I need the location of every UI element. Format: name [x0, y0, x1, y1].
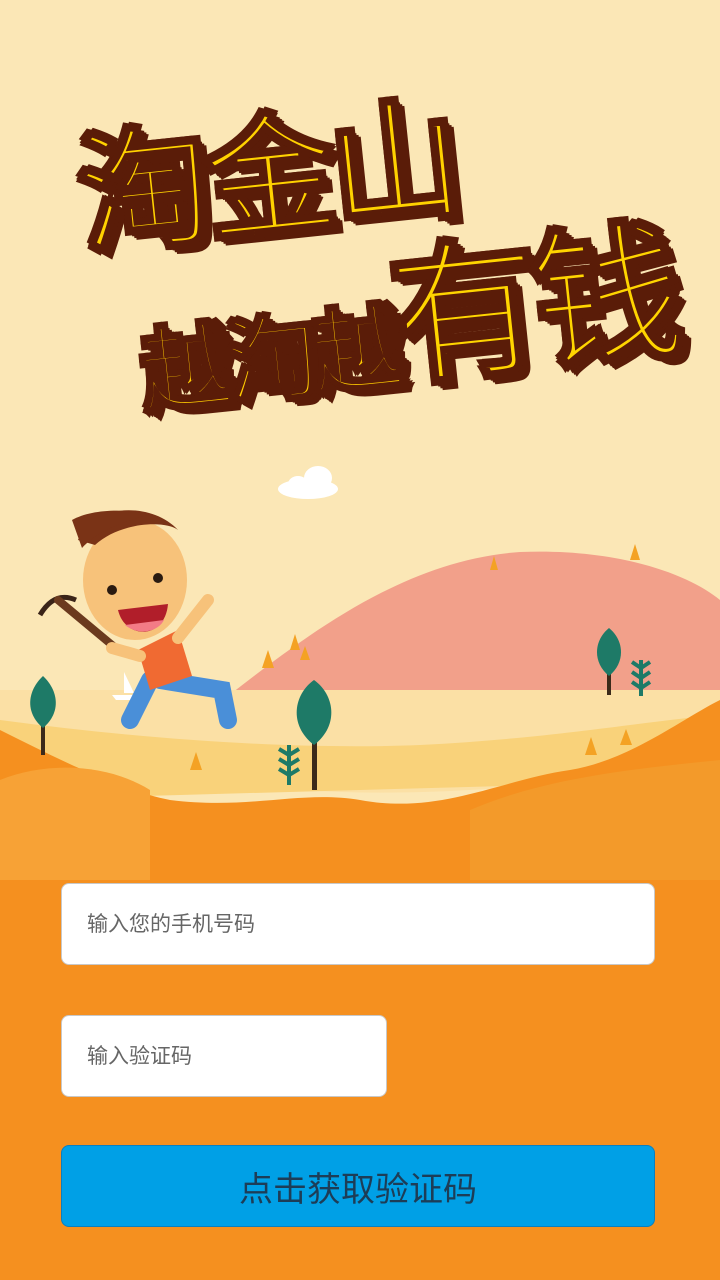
title-banner: 淘金山 有钱 越淘越: [0, 0, 720, 520]
verification-code-input[interactable]: [61, 1015, 387, 1097]
phone-number-input[interactable]: [61, 883, 655, 965]
title-line-2: 越淘越: [134, 293, 405, 429]
get-verification-code-button[interactable]: 点击获取验证码: [61, 1145, 655, 1227]
orange-mound-left: [0, 767, 150, 880]
get-verification-code-label: 点击获取验证码: [239, 1169, 477, 1210]
title-line-3: 有钱: [381, 204, 685, 410]
